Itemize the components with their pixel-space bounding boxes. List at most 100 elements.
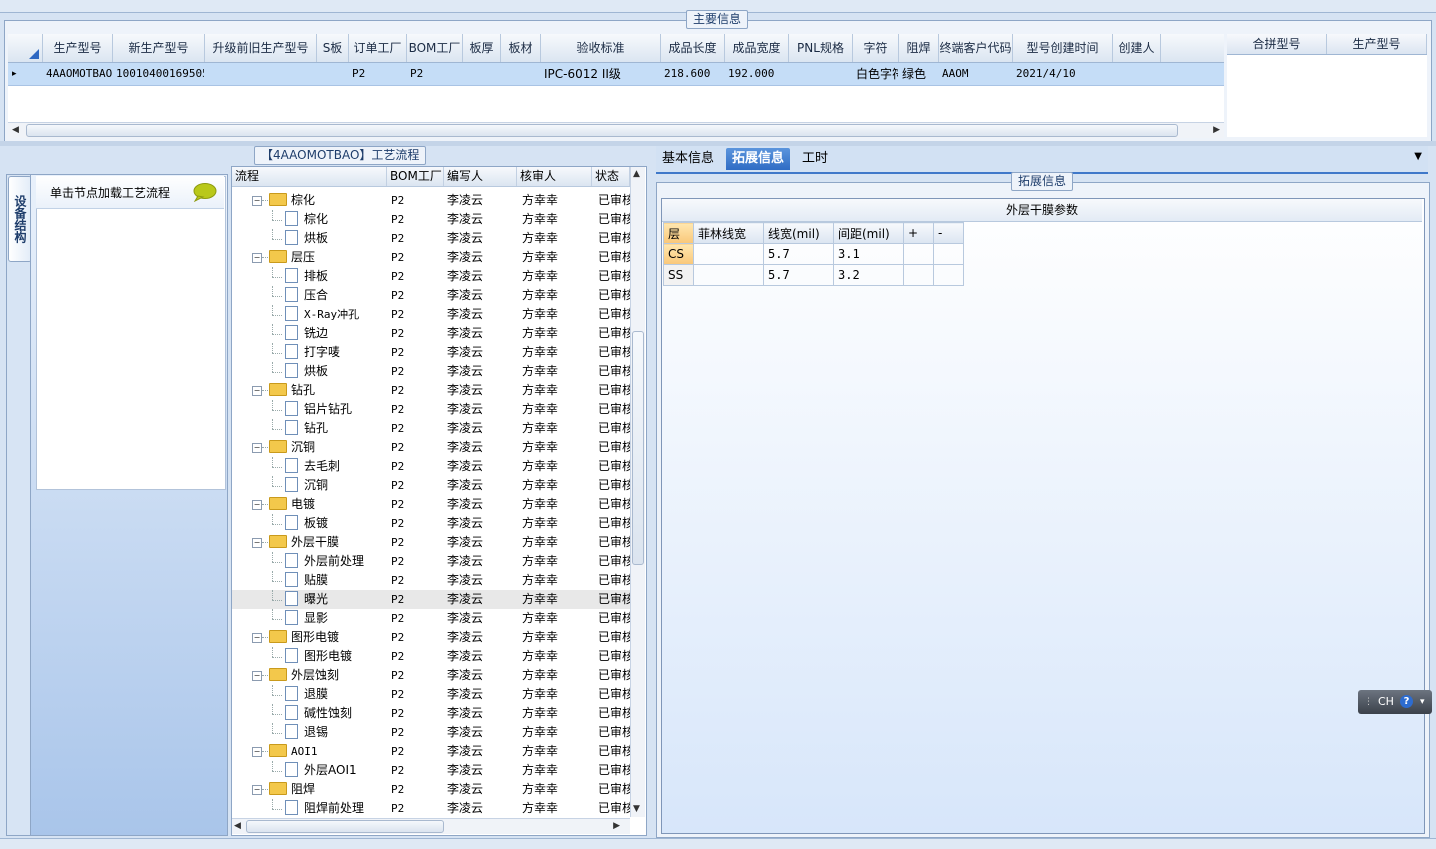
scroll-down-arrow-icon[interactable]: ▼ [633,802,640,817]
grid-cell[interactable]: 2021/4/10 [1012,63,1112,85]
tree-row[interactable]: 阻焊前处理 P2 李凌云 方幸幸 已审核 [232,799,630,818]
collapse-icon[interactable]: − [252,253,262,263]
scroll-left-arrow-icon[interactable]: ◀ [234,819,241,834]
tree-row[interactable]: − 电镀 P2 李凌云 方幸幸 已审核 [232,495,630,514]
grid-cell[interactable]: 10010400169505 [112,63,204,85]
col-header[interactable]: 成品宽度 [725,34,789,62]
tab-work-hours[interactable]: 工时 [796,148,834,170]
merge-col-header[interactable]: 合拼型号 [1227,34,1327,54]
col-header[interactable]: 终端客户代码 [939,34,1013,62]
grid-cell[interactable]: P2 [348,63,406,85]
col-header[interactable]: 创建人 [1113,34,1161,62]
tree-vscroll-thumb[interactable] [632,331,644,565]
grid-cell[interactable] [316,63,348,85]
col-header[interactable]: 升级前旧生产型号 [205,34,317,62]
grid-cell[interactable]: 白色字符 [852,63,898,85]
tree-row[interactable]: 打字唛 P2 李凌云 方幸幸 已审核 [232,343,630,362]
param-cell[interactable] [693,264,764,286]
tab-basic-info[interactable]: 基本信息 [656,148,720,170]
grid-cell[interactable] [1112,63,1160,85]
tree-row[interactable]: 棕化 P2 李凌云 方幸幸 已审核 [232,210,630,229]
tree-row[interactable]: 板镀 P2 李凌云 方幸幸 已审核 [232,514,630,533]
ime-toolbar[interactable]: ⋮ CH ? ▾ [1358,690,1432,714]
main-grid-row-selected[interactable]: ▸ 4AAOMOTBAO 10010400169505 P2 P2 IPC-6012 II… [8,63,1224,86]
tree-row[interactable]: 排板 P2 李凌云 方幸幸 已审核 [232,267,630,286]
col-header[interactable]: 字符 [853,34,899,62]
tab-dropdown-icon[interactable]: ▼ [1414,151,1422,162]
collapse-icon[interactable]: − [252,747,262,757]
grid-cell[interactable] [204,63,316,85]
grid-cell[interactable]: IPC-6012 II级 [540,63,660,85]
param-cell[interactable]: 3.2 [833,264,904,286]
tree-row[interactable]: 铣边 P2 李凌云 方幸幸 已审核 [232,324,630,343]
grid-cell[interactable]: 绿色 [898,63,938,85]
collapse-icon[interactable]: − [252,671,262,681]
tree-col-header[interactable]: BOM工厂 [387,167,444,186]
tree-row[interactable]: 外层AOI1 P2 李凌云 方幸幸 已审核 [232,761,630,780]
tree-row[interactable]: 退锡 P2 李凌云 方幸幸 已审核 [232,723,630,742]
col-header[interactable]: 生产型号 [43,34,113,62]
scroll-up-arrow-icon[interactable]: ▲ [633,167,640,182]
param-cell[interactable]: 5.7 [763,243,834,265]
col-header[interactable]: 订单工厂 [349,34,407,62]
collapse-icon[interactable]: − [252,633,262,643]
scroll-right-arrow-icon[interactable]: ▶ [613,819,620,834]
collapse-icon[interactable]: − [252,196,262,206]
add-column-button[interactable]: + [903,222,934,244]
param-cell[interactable]: 3.1 [833,243,904,265]
tree-row[interactable]: − 外层蚀刻 P2 李凌云 方幸幸 已审核 [232,666,630,685]
tree-row[interactable]: − AOI1 P2 李凌云 方幸幸 已审核 [232,742,630,761]
grid-cell[interactable]: 4AAOMOTBAO [42,63,112,85]
param-cell[interactable] [903,264,934,286]
tree-row[interactable]: − 图形电镀 P2 李凌云 方幸幸 已审核 [232,628,630,647]
tree-col-header[interactable]: 状态 [592,167,630,186]
grid-cell[interactable] [788,63,852,85]
scroll-right-arrow-icon[interactable]: ▶ [1213,123,1220,138]
param-cell[interactable] [933,243,964,265]
tree-row[interactable]: 烘板 P2 李凌云 方幸幸 已审核 [232,362,630,381]
remove-column-button[interactable]: - [933,222,964,244]
tree-col-header[interactable]: 核审人 [517,167,592,186]
col-header[interactable]: 板厚 [463,34,501,62]
tree-row[interactable]: 烘板 P2 李凌云 方幸幸 已审核 [232,229,630,248]
tree-row[interactable]: − 层压 P2 李凌云 方幸幸 已审核 [232,248,630,267]
tree-col-header[interactable]: 流程 [232,167,387,186]
merge-col-header[interactable]: 生产型号 [1327,34,1427,54]
scroll-left-arrow-icon[interactable]: ◀ [12,123,19,138]
tree-row[interactable]: 显影 P2 李凌云 方幸幸 已审核 [232,609,630,628]
scroll-thumb[interactable] [26,124,1178,137]
load-flow-header[interactable]: 单击节点加载工艺流程 [36,176,224,209]
collapse-icon[interactable]: − [252,785,262,795]
ime-language[interactable]: CH [1378,690,1394,714]
param-cell[interactable]: 5.7 [763,264,834,286]
grid-cell[interactable] [462,63,500,85]
tree-row[interactable]: 沉铜 P2 李凌云 方幸幸 已审核 [232,476,630,495]
tree-hscroll-thumb[interactable] [246,820,444,833]
help-icon[interactable]: ? [1400,695,1413,708]
tree-row[interactable]: − 钻孔 P2 李凌云 方幸幸 已审核 [232,381,630,400]
col-header[interactable]: 验收标准 [541,34,661,62]
tree-col-header[interactable]: 编写人 [444,167,517,186]
tree-row[interactable]: 贴膜 P2 李凌云 方幸幸 已审核 [232,571,630,590]
tree-row[interactable]: 退膜 P2 李凌云 方幸幸 已审核 [232,685,630,704]
tree-vscrollbar[interactable]: ▲ ▼ [630,167,645,817]
ime-menu-icon[interactable]: ▾ [1420,690,1425,714]
tree-row[interactable]: 外层前处理 P2 李凌云 方幸幸 已审核 [232,552,630,571]
tab-extended-info[interactable]: 拓展信息 [726,148,791,170]
tree-row[interactable]: 曝光 P2 李凌云 方幸幸 已审核 [232,590,630,609]
col-header[interactable]: S板 [317,34,349,62]
grid-cell[interactable]: 218.600 [660,63,724,85]
main-grid-hscrollbar[interactable]: ◀ ▶ [8,122,1224,138]
col-header[interactable]: 阻焊 [899,34,939,62]
tree-row[interactable]: 压合 P2 李凌云 方幸幸 已审核 [232,286,630,305]
collapse-icon[interactable]: − [252,538,262,548]
col-header[interactable]: 新生产型号 [113,34,205,62]
param-cell[interactable] [903,243,934,265]
grid-cell[interactable] [500,63,540,85]
tree-row[interactable]: − 棕化 P2 李凌云 方幸幸 已审核 [232,191,630,210]
tree-row[interactable]: 铝片钻孔 P2 李凌云 方幸幸 已审核 [232,400,630,419]
param-cell[interactable] [693,243,764,265]
col-header[interactable]: 板材 [501,34,541,62]
tree-row[interactable]: 图形电镀 P2 李凌云 方幸幸 已审核 [232,647,630,666]
tree-row[interactable]: − 阻焊 P2 李凌云 方幸幸 已审核 [232,780,630,799]
